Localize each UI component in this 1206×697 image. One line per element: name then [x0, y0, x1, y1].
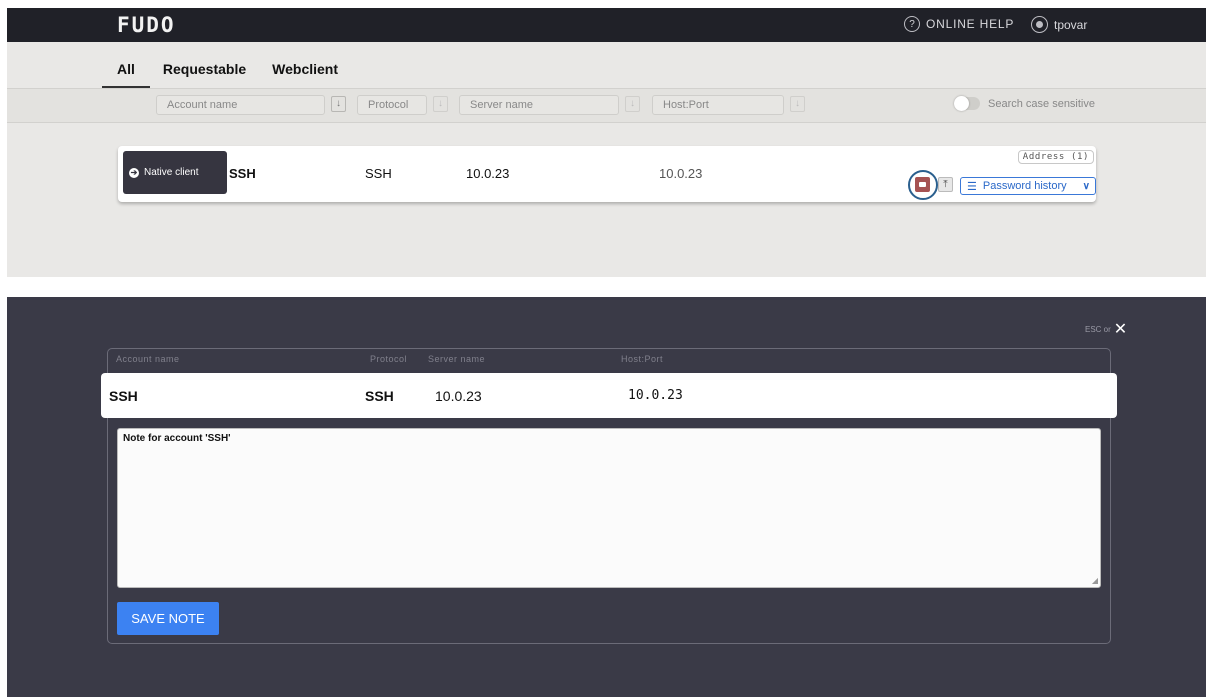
- modal-account: SSH: [109, 388, 138, 404]
- protocol-sort-icon[interactable]: ↓: [433, 96, 448, 112]
- list-icon: ☰: [967, 180, 977, 193]
- row-account: SSH: [229, 166, 256, 181]
- table-row[interactable]: ➔ Native client SSH SSH 10.0.23 10.0.23 …: [118, 146, 1096, 202]
- esc-label: ESC or: [1085, 324, 1111, 334]
- case-sensitive-label: Search case sensitive: [988, 97, 1095, 110]
- upload-icon[interactable]: ⤒: [938, 177, 953, 192]
- filter-bar: Account name ↓ Protocol ↓ Server name ↓ …: [7, 88, 1206, 123]
- address-badge: Address (1): [1017, 150, 1094, 164]
- account-sort-icon[interactable]: ↓: [331, 96, 346, 112]
- note-icon[interactable]: [915, 177, 930, 192]
- server-sort-icon[interactable]: ↓: [625, 96, 640, 112]
- save-note-button[interactable]: SAVE NOTE: [117, 602, 219, 635]
- row-protocol: SSH: [365, 166, 392, 181]
- host-sort-icon[interactable]: ↓: [790, 96, 805, 112]
- modal-host: 10.0.23: [628, 388, 683, 403]
- tab-webclient[interactable]: Webclient: [272, 61, 338, 88]
- server-name-filter[interactable]: Server name: [459, 95, 619, 115]
- chevron-down-icon: ∨: [1082, 180, 1090, 192]
- header-protocol: Protocol: [370, 354, 408, 364]
- native-client-label: Native client: [144, 167, 199, 178]
- online-help-link[interactable]: ? ONLINE HELP: [904, 16, 1014, 32]
- tab-requestable[interactable]: Requestable: [163, 61, 246, 88]
- tab-all[interactable]: All: [102, 61, 150, 88]
- close-modal[interactable]: ESC or ✕: [1085, 319, 1127, 339]
- selected-account-row: SSH SSH 10.0.23 10.0.23: [101, 373, 1117, 418]
- account-name-filter[interactable]: Account name: [156, 95, 325, 115]
- host-port-filter[interactable]: Host:Port: [652, 95, 784, 115]
- fudo-logo[interactable]: FUDO: [117, 13, 176, 37]
- user-menu[interactable]: tpovar: [1031, 16, 1087, 33]
- header-server: Server name: [428, 354, 486, 364]
- help-icon: ?: [904, 16, 920, 32]
- online-help-label: ONLINE HELP: [926, 17, 1015, 31]
- resize-handle-icon[interactable]: ◢: [1092, 576, 1098, 585]
- password-history-button[interactable]: ☰ Password history ∨: [960, 177, 1096, 195]
- top-navbar: FUDO ? ONLINE HELP tpovar: [7, 8, 1206, 42]
- account-list-panel: FUDO ? ONLINE HELP tpovar All Requestabl…: [7, 8, 1206, 277]
- row-server: 10.0.23: [466, 166, 510, 181]
- native-client-button[interactable]: ➔ Native client: [123, 151, 227, 194]
- close-icon[interactable]: ✕: [1114, 319, 1127, 339]
- case-sensitive-toggle[interactable]: Search case sensitive: [954, 96, 1095, 111]
- tabs: All Requestable Webclient: [102, 61, 364, 88]
- user-icon: [1031, 16, 1048, 33]
- toggle-switch[interactable]: [954, 96, 980, 111]
- modal-server: 10.0.23: [435, 388, 482, 404]
- note-modal: ESC or ✕ Account name Protocol Server na…: [7, 297, 1206, 697]
- header-host: Host:Port: [621, 354, 664, 364]
- note-textarea[interactable]: Note for account 'SSH' ◢: [117, 428, 1101, 588]
- password-history-label: Password history: [982, 180, 1067, 192]
- row-host: 10.0.23: [659, 166, 703, 181]
- header-account: Account name: [116, 354, 180, 364]
- arrow-right-icon: ➔: [129, 167, 139, 178]
- protocol-filter[interactable]: Protocol: [357, 95, 427, 115]
- username: tpovar: [1054, 17, 1088, 32]
- note-label: Note for account 'SSH': [123, 433, 231, 444]
- modal-protocol: SSH: [365, 388, 394, 404]
